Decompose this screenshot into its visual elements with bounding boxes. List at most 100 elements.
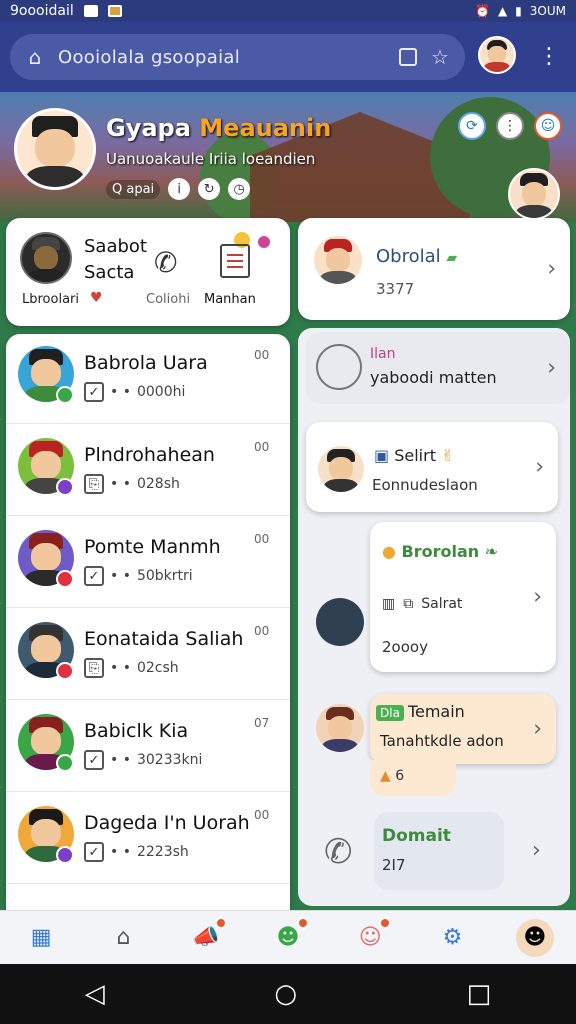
feed-card-obrolal[interactable]: Obrolal ▰ 3377 › (298, 218, 570, 320)
feed-card-value: Tanahtkdle adon (380, 732, 504, 750)
feed-card-selirt[interactable]: ▣ Selirt ✌ Eonnudeslaon › (306, 422, 558, 512)
contact-name: Pomte Manmh (84, 536, 221, 558)
grid-icon: ▣ (374, 446, 390, 465)
feed-card-title-text: Obrolal (376, 246, 441, 267)
check-icon: ✓ (84, 750, 104, 770)
contact-row[interactable]: Babiclk Kia ✓ • • 30233kni 07 (6, 702, 290, 792)
contact-meta-text: 028sh (136, 476, 180, 492)
refresh-icon[interactable]: ↻ (198, 178, 221, 200)
friend-avatar[interactable] (508, 168, 560, 220)
profile-nav-avatar[interactable]: ☻ (515, 918, 554, 957)
notification-dot (296, 916, 309, 929)
feed-card-title-text: Temain (407, 702, 465, 721)
contact-meta-text: 30233kni (136, 752, 203, 768)
feed-card-sub: ▲ 6 (380, 768, 404, 784)
status-badge (56, 386, 74, 404)
chevron-right-icon[interactable]: › (547, 257, 556, 282)
contact-name: Dageda I'n Uorah (84, 812, 250, 834)
contact-row[interactable]: Plndrohahean ⎘ • • 028sh 00 (6, 426, 290, 516)
megaphone-icon[interactable]: 📣 (187, 916, 227, 957)
hero-avatar[interactable] (14, 108, 96, 190)
feed-card-ilan[interactable]: Ilan yaboodi matten › (306, 332, 570, 404)
hero-title-part2: Meauanin (199, 114, 332, 142)
contact-row[interactable]: Babrola Uara ✓ • • 0000hi 00 (6, 334, 290, 424)
home-button-icon[interactable]: ○ (274, 979, 297, 1009)
status-time: 3OUM (529, 4, 566, 18)
url-text[interactable]: Oooiolala gsoopaial (58, 47, 387, 68)
feed-card-value: yaboodi matten (370, 368, 497, 387)
chevron-right-icon[interactable]: › (547, 356, 556, 381)
chevron-right-icon[interactable]: › (533, 585, 542, 610)
profile-avatar[interactable] (478, 36, 516, 74)
contact-meta-text: 2223sh (136, 844, 189, 860)
info-icon[interactable]: i (168, 178, 191, 200)
sync-icon[interactable]: ⟳ (458, 112, 486, 140)
attachment-icon: ⎘ (84, 658, 104, 678)
contact-row[interactable]: Eonataida Saliah ⎘ • • 02csh 00 (6, 610, 290, 700)
profile-label-right[interactable]: Manhan (204, 292, 256, 307)
contact-meta-text: 50bkrtri (136, 568, 193, 584)
phone-icon[interactable]: ✆ (154, 246, 177, 279)
search-pill[interactable]: Q apai (106, 179, 161, 199)
contact-row[interactable]: Pomte Manmh ✓ • • 50bkrtri 00 (6, 518, 290, 608)
more-options-icon[interactable]: ⋮ (538, 44, 560, 70)
profile-card-avatar[interactable] (20, 232, 72, 284)
feed-card-temain[interactable]: Dla Temain Tanahtkdle adon › (370, 694, 556, 764)
contact-meta: ✓ • • 0000hi (84, 382, 185, 402)
contact-time: 00 (254, 808, 270, 822)
contact-meta-text: 02csh (136, 660, 179, 676)
notification-dot (258, 236, 270, 248)
heart-icon: ♥ (90, 290, 103, 306)
call-icon[interactable]: ✆ (324, 832, 353, 872)
attachment-icon: ⎘ (84, 474, 104, 494)
user-menu-icon[interactable]: ☺ (534, 112, 562, 140)
contact-name: Babiclk Kia (84, 720, 189, 742)
check-icon: ✓ (84, 842, 104, 862)
flag-icon: ▰ (446, 250, 458, 266)
hero-title-part1: Gyapa (106, 114, 191, 142)
star-icon[interactable]: ☆ (429, 45, 451, 69)
layers-icon: ⧉ (403, 596, 414, 612)
tabs-icon[interactable] (399, 48, 417, 66)
chevron-right-icon[interactable]: › (535, 455, 544, 480)
feed-avatar[interactable] (316, 704, 364, 752)
face-icon[interactable]: ☺ (351, 916, 392, 957)
search-pill-label: Q apai (112, 181, 155, 197)
feed-card-domait[interactable]: Domait 2I7 (374, 812, 504, 890)
url-bar[interactable]: ⌂ Oooiolala gsoopaial ☆ (10, 34, 465, 80)
recents-icon[interactable]: □ (467, 979, 492, 1009)
feed-card-brorolan[interactable]: ● Brorolan ❧ ▥ ⧉ Salrat 2oooy › (370, 522, 556, 672)
status-badge (56, 662, 74, 680)
feed-card-value: 3377 (376, 280, 415, 298)
notification-dot (379, 916, 392, 929)
feed-card-mid: ▥ ⧉ Salrat (382, 596, 462, 612)
contact-list: Babrola Uara ✓ • • 0000hi 00 Plndrohahean… (6, 334, 290, 912)
profile-label-call[interactable]: Coliohi (146, 292, 190, 307)
feed-card-title: ● Brorolan ❧ (382, 542, 498, 561)
document-icon[interactable] (220, 244, 250, 278)
profile-card[interactable]: Saabot Sacta Lbroolari ♥ ✆ Coliohi Manha… (6, 218, 290, 326)
more-icon[interactable]: ⋮ (496, 112, 524, 140)
chart-icon: ▥ (382, 596, 396, 612)
buildings-icon[interactable]: ▦ (22, 919, 60, 957)
settings-icon[interactable]: ⚙ (434, 919, 472, 957)
feed-card-value: 2I7 (382, 856, 406, 874)
contact-name: Babrola Uara (84, 352, 208, 374)
feed-avatar[interactable] (316, 598, 364, 646)
check-icon: ✓ (84, 566, 104, 586)
back-icon[interactable]: ◁ (85, 979, 105, 1009)
chat-icon[interactable]: ☻ (269, 916, 309, 957)
chevron-right-icon[interactable]: › (532, 838, 541, 863)
contact-row[interactable]: Dageda I'n Uorah ✓ • • 2223sh 00 (6, 794, 290, 884)
contact-time: 00 (254, 440, 270, 454)
feed-card-title: Domait (382, 826, 451, 846)
status-badge (56, 478, 74, 496)
profile-name-line1: Saabot (84, 236, 147, 257)
profile-label-left[interactable]: Lbroolari (22, 292, 79, 307)
feed-card-title-text: Brorolan (401, 542, 480, 561)
chevron-right-icon[interactable]: › (533, 717, 542, 742)
check-icon: ✓ (84, 382, 104, 402)
clock-icon[interactable]: ◷ (228, 178, 251, 200)
home-icon[interactable]: ⌂ (24, 45, 46, 69)
home-icon[interactable]: ⌂ (104, 919, 142, 957)
